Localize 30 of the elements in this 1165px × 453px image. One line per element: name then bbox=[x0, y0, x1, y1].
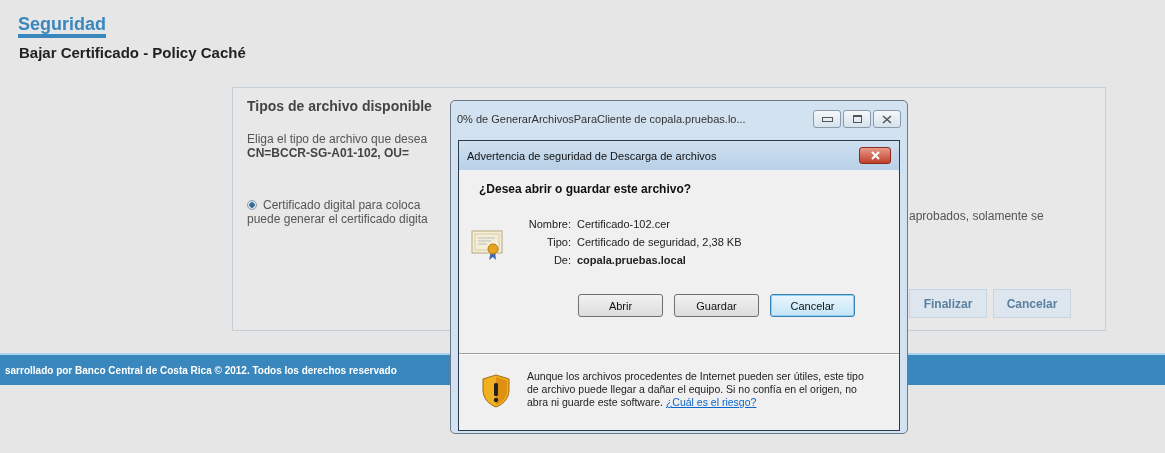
save-button[interactable]: Guardar bbox=[674, 294, 759, 317]
open-button[interactable]: Abrir bbox=[578, 294, 663, 317]
warning-text: Aunque los archivos procedentes de Internet pueden ser útiles, este tipo de archivo puede llegar a dañar el equipo. Si no confía en el origen, no abra ni guarde este software. ¿Cuál es el riesgo? bbox=[527, 370, 865, 409]
cancel-button[interactable]: Cancelar bbox=[770, 294, 855, 317]
field-value: copala.pruebas.local bbox=[577, 254, 686, 266]
field-value: Certificado-102.cer bbox=[577, 218, 670, 230]
dialog-question: ¿Desea abrir o guardar este archivo? bbox=[479, 182, 693, 196]
section-title: Tipos de archivo disponible bbox=[247, 98, 432, 114]
risk-link[interactable]: ¿Cuál es el riesgo? bbox=[665, 396, 757, 408]
footer-text: sarrollado por Banco Central de Costa Rica © 2012. Todos los derechos reservado bbox=[5, 364, 397, 376]
field-label: Tipo: bbox=[546, 236, 571, 248]
restore-icon[interactable] bbox=[843, 110, 871, 128]
page-title: Seguridad bbox=[18, 14, 106, 38]
dialog-title: Advertencia de seguridad de Descarga de archivos bbox=[467, 149, 717, 162]
field-value: Certificado de seguridad, 2,38 KB bbox=[577, 236, 742, 248]
minimize-icon[interactable] bbox=[813, 110, 841, 128]
field-label: De: bbox=[553, 254, 571, 266]
close-icon[interactable] bbox=[873, 110, 901, 128]
certificate-icon bbox=[471, 229, 505, 261]
option-text: puede generar el certificado digita bbox=[247, 212, 428, 226]
warning-shield-icon bbox=[482, 374, 510, 408]
page-subtitle: Bajar Certificado - Policy Caché bbox=[19, 44, 246, 61]
radio-button[interactable] bbox=[247, 200, 257, 210]
subject-text: CN=BCCR-SG-A01-102, OU= bbox=[247, 146, 410, 160]
window-title: 0% de GenerarArchivosParaCliente de copala.pruebas.lo... bbox=[457, 113, 746, 125]
description-text: Eliga el tipo de archivo que desea bbox=[247, 132, 428, 146]
field-label: Nombre: bbox=[528, 218, 571, 230]
option-text: Certificado digital para coloca bbox=[263, 198, 422, 212]
option-text: aprobados, solamente se bbox=[909, 209, 1045, 223]
close-icon[interactable] bbox=[859, 147, 891, 164]
